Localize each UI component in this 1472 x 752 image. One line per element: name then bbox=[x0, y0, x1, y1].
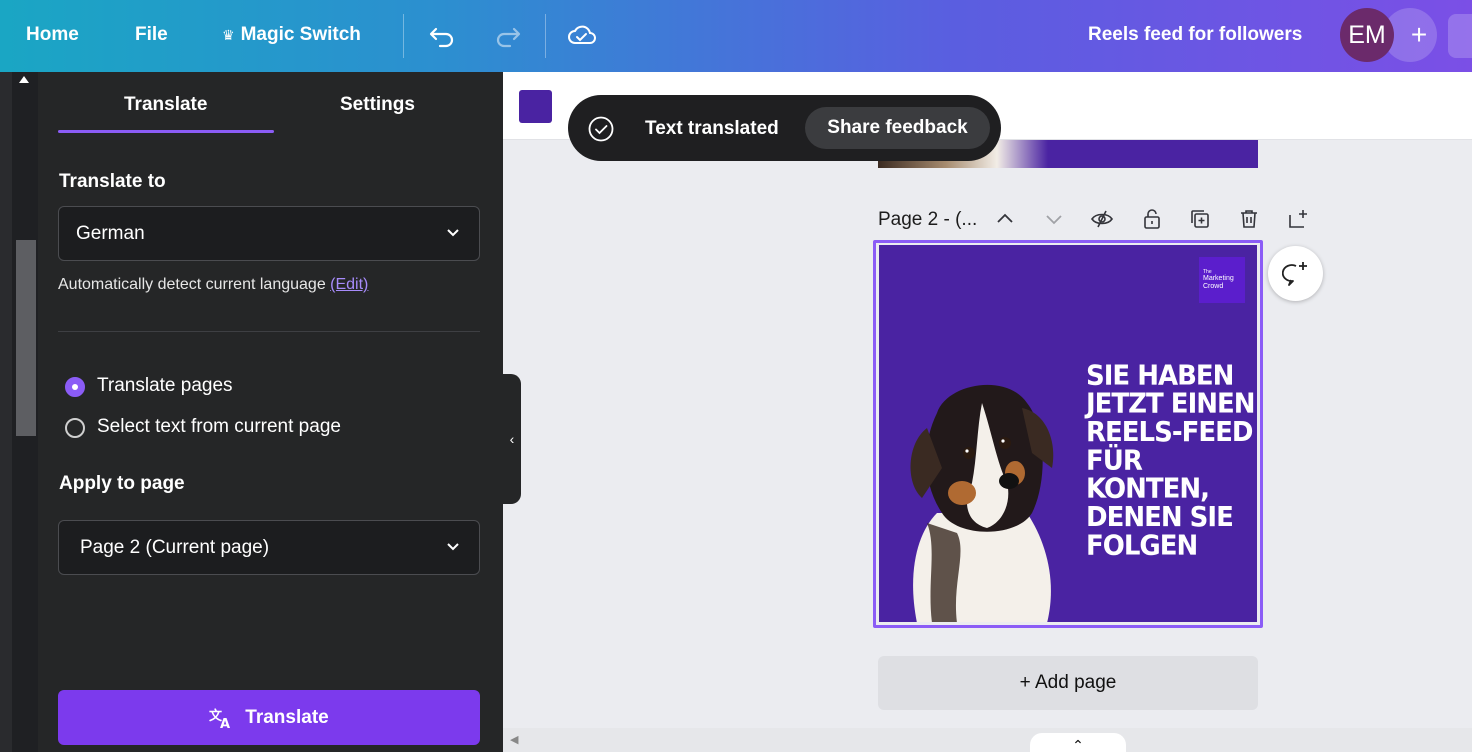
page-title[interactable]: Page 2 - (... bbox=[878, 209, 977, 231]
headline-line: JETZT EINEN bbox=[1086, 388, 1256, 421]
side-rail bbox=[0, 72, 12, 752]
avatar[interactable]: EM bbox=[1340, 8, 1394, 62]
svg-text:A: A bbox=[220, 717, 230, 730]
radio-select-text[interactable] bbox=[65, 418, 85, 438]
design-page[interactable]: The Marketing Crowd SIE HABEN JETZT EINE… bbox=[879, 245, 1257, 622]
share-button[interactable] bbox=[1448, 14, 1472, 58]
top-bar: Home File ♛ Magic Switch Reels feed for f… bbox=[0, 0, 1472, 72]
collapse-panel-handle[interactable]: ‹ bbox=[503, 374, 521, 504]
hint-text: Automatically detect current language bbox=[58, 276, 331, 293]
language-select[interactable]: German bbox=[58, 206, 480, 261]
translate-button-label: Translate bbox=[245, 706, 329, 728]
add-page-button[interactable]: + Add page bbox=[878, 656, 1258, 710]
trash-icon[interactable] bbox=[1237, 207, 1261, 231]
scrollbar-thumb[interactable] bbox=[16, 240, 36, 436]
page-select-value: Page 2 (Current page) bbox=[80, 537, 270, 558]
headline-line: SIE HABEN bbox=[1086, 360, 1234, 392]
radio-translate-pages[interactable] bbox=[65, 377, 85, 397]
hide-page-icon[interactable] bbox=[1090, 207, 1114, 231]
home-button[interactable]: Home bbox=[26, 24, 79, 46]
chevron-down-icon[interactable] bbox=[1042, 207, 1066, 231]
divider bbox=[403, 14, 404, 58]
crown-icon: ♛ bbox=[222, 27, 235, 43]
logo-text-marketing: Marketing bbox=[1203, 275, 1234, 282]
chevron-up-icon[interactable] bbox=[993, 207, 1017, 231]
horizontal-scrollbar[interactable] bbox=[503, 728, 1472, 752]
toast-notification: Text translated Share feedback bbox=[568, 95, 1001, 161]
language-value: German bbox=[76, 223, 145, 244]
headline-line: DENEN SIE bbox=[1086, 501, 1234, 534]
comment-plus-icon bbox=[1281, 261, 1307, 286]
headline-line: REELS-FEED bbox=[1086, 416, 1254, 449]
logo-text-crowd: Crowd bbox=[1203, 283, 1224, 290]
chevron-up-icon: ⌃ bbox=[1072, 736, 1084, 752]
cloud-saved-icon[interactable] bbox=[567, 20, 597, 50]
check-circle-icon bbox=[588, 116, 614, 142]
project-title[interactable]: Reels feed for followers bbox=[1088, 24, 1302, 46]
translate-to-label: Translate to bbox=[59, 171, 166, 192]
lock-icon[interactable] bbox=[1140, 207, 1164, 231]
divider bbox=[545, 14, 546, 58]
apply-to-page-label: Apply to page bbox=[59, 473, 185, 494]
magic-switch-button[interactable]: ♛ Magic Switch bbox=[222, 24, 361, 46]
file-menu[interactable]: File bbox=[135, 24, 168, 46]
add-comment-button[interactable] bbox=[1268, 246, 1323, 301]
magic-switch-label: Magic Switch bbox=[240, 24, 361, 45]
duplicate-page-icon[interactable] bbox=[1188, 207, 1212, 231]
dog-photo[interactable] bbox=[897, 373, 1065, 622]
tab-translate[interactable]: Translate bbox=[124, 94, 207, 116]
radio-label-translate-pages[interactable]: Translate pages bbox=[97, 375, 233, 397]
headline-line: FOLGEN bbox=[1086, 530, 1198, 562]
detect-language-hint: Automatically detect current language (E… bbox=[58, 276, 368, 294]
tab-settings[interactable]: Settings bbox=[340, 94, 415, 116]
expand-pages-button[interactable]: ⌃ bbox=[1030, 733, 1126, 752]
headline-text[interactable]: SIE HABEN JETZT EINEN REELS-FEED FÜR KON… bbox=[1086, 362, 1257, 560]
chevron-down-icon bbox=[447, 543, 459, 551]
chevron-left-icon: ‹ bbox=[509, 431, 515, 447]
add-page-icon[interactable] bbox=[1286, 207, 1310, 231]
plus-icon: + bbox=[1410, 19, 1428, 50]
redo-icon[interactable] bbox=[492, 20, 522, 50]
active-tab-indicator bbox=[58, 130, 274, 133]
divider bbox=[58, 331, 480, 332]
undo-icon[interactable] bbox=[428, 20, 458, 50]
chevron-down-icon bbox=[447, 229, 459, 237]
radio-label-select-text[interactable]: Select text from current page bbox=[97, 416, 341, 438]
translate-icon: 文 A bbox=[209, 708, 230, 730]
translate-button[interactable]: 文 A Translate bbox=[58, 690, 480, 745]
headline-line: FÜR KONTEN, bbox=[1086, 445, 1210, 506]
translate-panel: Translate Settings Translate to German A… bbox=[38, 72, 503, 752]
edit-language-link[interactable]: (Edit) bbox=[330, 276, 368, 293]
scroll-left-arrow-icon[interactable]: ◀ bbox=[510, 733, 518, 746]
background-color-swatch[interactable] bbox=[519, 90, 552, 123]
page-select[interactable]: Page 2 (Current page) bbox=[58, 520, 480, 575]
scroll-up-arrow-icon[interactable] bbox=[19, 76, 29, 83]
marketing-crowd-logo[interactable]: The Marketing Crowd bbox=[1199, 257, 1245, 303]
share-feedback-button[interactable]: Share feedback bbox=[805, 107, 990, 149]
toast-message: Text translated bbox=[645, 118, 779, 139]
